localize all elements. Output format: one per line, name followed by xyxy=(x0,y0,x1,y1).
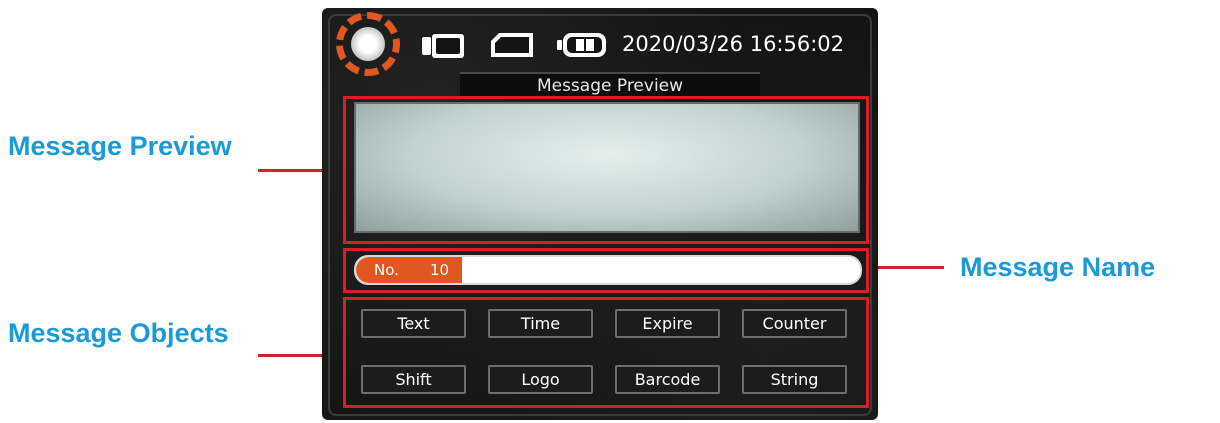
preview-title: Message Preview xyxy=(536,76,684,96)
device-icon xyxy=(422,34,464,58)
callout-message-preview: Message Preview xyxy=(8,131,232,161)
time-object-button[interactable]: Time xyxy=(488,309,593,338)
counter-object-button[interactable]: Counter xyxy=(742,309,847,338)
battery-icon xyxy=(557,33,606,57)
callout-message-name: Message Name xyxy=(960,252,1156,282)
message-number-label: No. xyxy=(374,261,399,279)
message-preview-area[interactable] xyxy=(354,102,860,233)
callout-message-objects: Message Objects xyxy=(8,318,229,348)
message-number-value: 10 xyxy=(430,261,450,279)
logo-object-button[interactable]: Logo xyxy=(488,365,593,394)
message-name-field[interactable]: No. 10 xyxy=(354,255,862,285)
string-object-button[interactable]: String xyxy=(742,365,847,394)
card-icon xyxy=(491,33,533,57)
logo-core xyxy=(351,27,385,61)
message-number-badge: No. 10 xyxy=(356,257,462,283)
shift-object-button[interactable]: Shift xyxy=(361,365,466,394)
barcode-object-button[interactable]: Barcode xyxy=(615,365,720,394)
expire-object-button[interactable]: Expire xyxy=(615,309,720,338)
datetime-display: 2020/03/26 16:56:02 xyxy=(622,32,845,56)
text-object-button[interactable]: Text xyxy=(361,309,466,338)
